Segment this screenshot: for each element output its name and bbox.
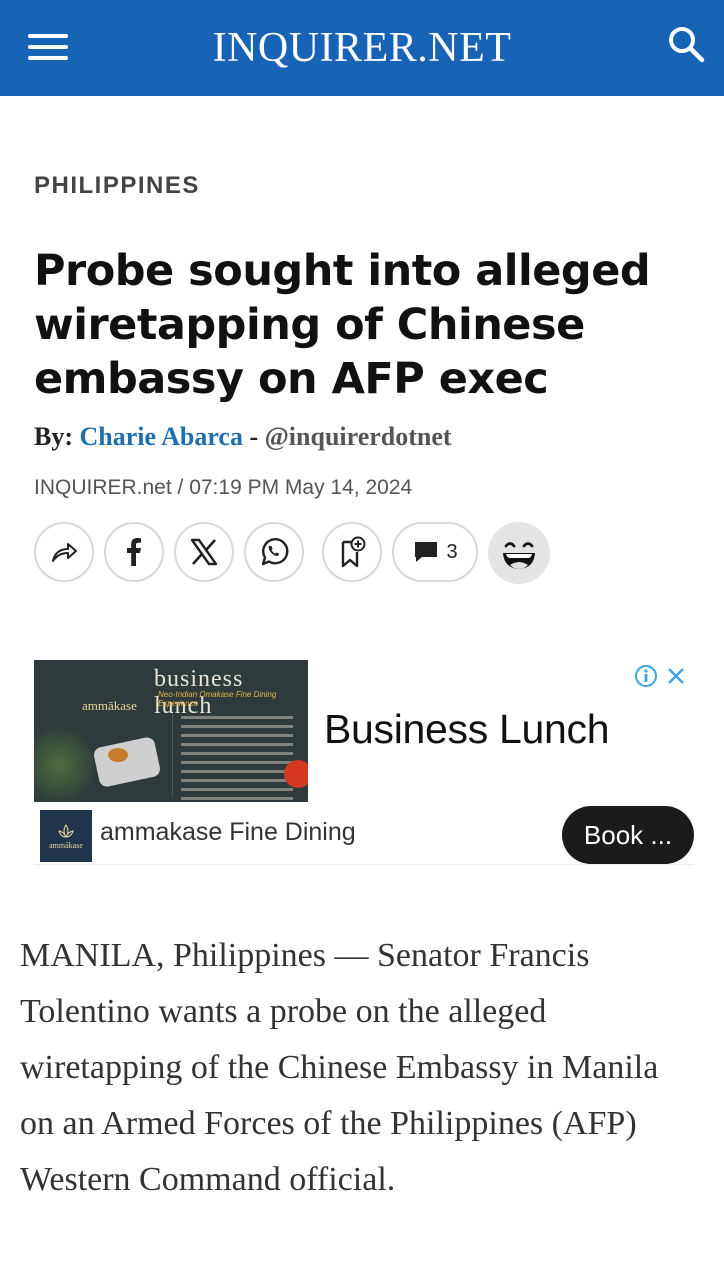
ad-tomato-decoration [284, 760, 308, 788]
facebook-share-button[interactable] [104, 522, 164, 582]
bookmark-button[interactable] [322, 522, 382, 582]
hamburger-menu-icon[interactable] [28, 34, 68, 64]
site-header: INQUIRER.NET [0, 0, 724, 96]
ad-close-icon[interactable] [662, 662, 690, 690]
twitter-handle[interactable]: @inquirerdotnet [265, 422, 452, 451]
whatsapp-icon [261, 538, 289, 566]
ad-food-decoration [108, 748, 128, 762]
share-arrow-icon [52, 543, 77, 562]
byline-prefix: By: [34, 422, 80, 451]
advertiser-logo-text: ammākase [49, 840, 83, 850]
byline-separator: - [242, 422, 265, 451]
ad-image-brand: ammākase [82, 698, 137, 713]
ad-info-icon[interactable] [632, 662, 660, 690]
search-icon[interactable] [664, 22, 708, 66]
ad-choices [632, 662, 690, 690]
share-button[interactable] [34, 522, 94, 582]
ad-menu-card [172, 710, 301, 800]
comment-bubble-icon [415, 542, 438, 562]
ad-book-button[interactable]: Book ... [562, 806, 694, 864]
byline: By: Charie Abarca - @inquirerdotnet [34, 422, 452, 452]
author-link[interactable]: Charie Abarca [80, 422, 243, 451]
comments-button[interactable]: 3 [392, 522, 478, 582]
advertiser-name[interactable]: ammakase Fine Dining [100, 818, 356, 847]
ad-headline[interactable]: Business Lunch [324, 706, 610, 753]
ad-footer: ammākase ammakase Fine Dining Book ... [34, 806, 694, 865]
x-logo-icon [190, 538, 218, 566]
bookmark-add-icon [341, 536, 366, 568]
whatsapp-share-button[interactable] [244, 522, 304, 582]
advertiser-logo[interactable]: ammākase [40, 810, 92, 862]
ad-herb-decoration [34, 720, 94, 802]
comment-count: 3 [446, 540, 458, 563]
ad-image-tagline: Neo-Indian Omakase Fine Dining Experienc… [158, 690, 277, 708]
laughing-emoji-icon [503, 542, 535, 569]
ad-plate-decoration [92, 735, 162, 789]
article-lead-paragraph: MANILA, Philippines — Senator Francis To… [20, 937, 659, 1198]
section-label[interactable]: PHILIPPINES [34, 172, 200, 200]
ad-creative-image[interactable]: business lunch Neo-Indian Omakase Fine D… [34, 660, 308, 802]
display-ad[interactable]: business lunch Neo-Indian Omakase Fine D… [34, 660, 694, 866]
article-headline: Probe sought into alleged wiretapping of… [34, 246, 651, 404]
site-logo[interactable]: INQUIRER.NET [213, 24, 512, 72]
x-share-button[interactable] [174, 522, 234, 582]
reactions-button[interactable] [488, 522, 550, 584]
facebook-icon [127, 538, 141, 566]
lotus-icon [58, 823, 74, 838]
dateline: INQUIRER.net / 07:19 PM May 14, 2024 [34, 476, 413, 499]
